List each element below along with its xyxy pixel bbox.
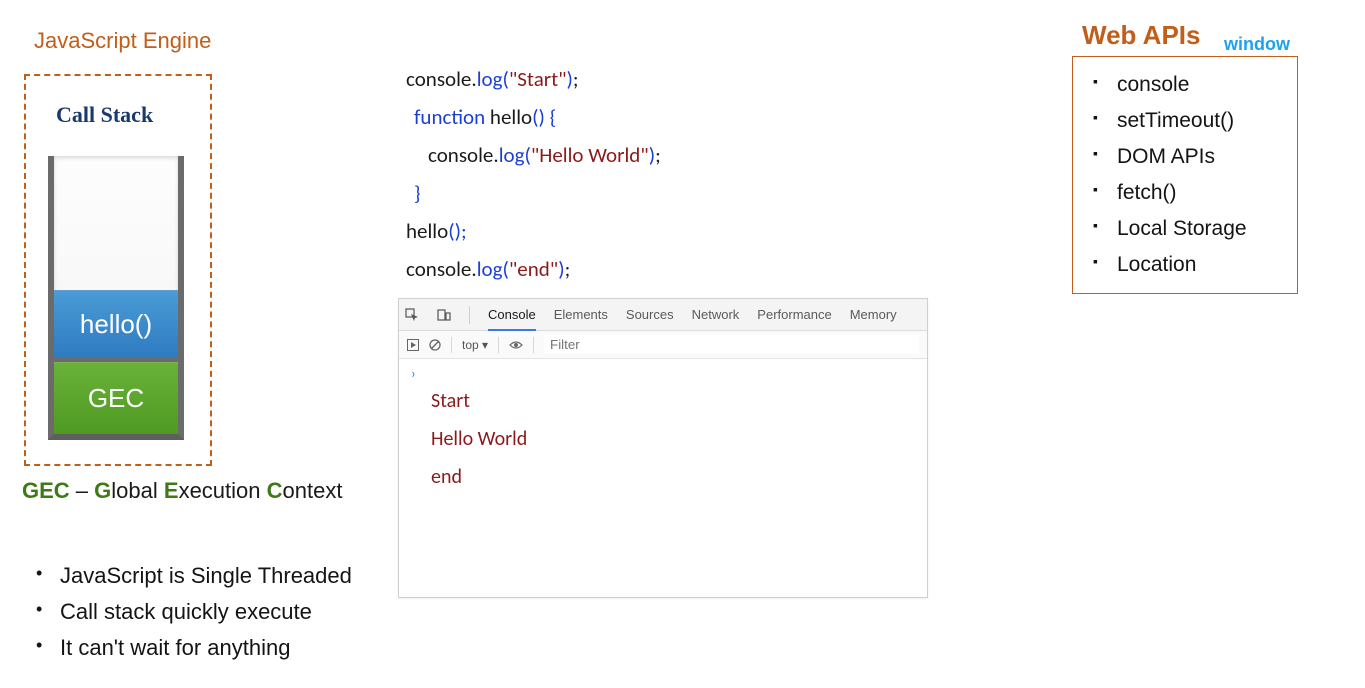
devtools-tabs: Console Elements Sources Network Perform… [399,299,927,331]
console-line: end [409,458,917,496]
console-output: › Start Hello World end [399,359,927,496]
play-icon[interactable] [407,339,419,351]
console-line: Start [409,382,917,420]
separator [469,306,470,324]
device-toolbar-icon[interactable] [437,308,451,322]
note-item: JavaScript is Single Threaded [28,558,352,594]
web-api-item: Location [1079,247,1293,283]
code-line: console.log("Start"); [406,60,661,98]
note-item: It can't wait for anything [28,630,352,666]
tab-network[interactable]: Network [692,299,740,331]
code-line: console.log("Hello World"); [406,136,661,174]
console-line: Hello World [409,420,917,458]
gec-caption: GEC – Global Execution Context [22,478,342,504]
note-item: Call stack quickly execute [28,594,352,630]
tab-console[interactable]: Console [488,299,536,331]
web-api-item: setTimeout() [1079,103,1293,139]
stack-frame-hello: hello() [54,290,178,362]
tab-elements[interactable]: Elements [554,299,608,331]
web-api-item: Local Storage [1079,211,1293,247]
code-line: function hello() { [406,98,661,136]
prompt-icon: › [409,365,917,382]
devtools-toolbar: top ▾ [399,331,927,359]
context-selector[interactable]: top ▾ [462,338,488,352]
window-label: window [1224,34,1290,55]
stack-frame-gec: GEC [54,362,178,434]
gec-abbr: GEC [22,478,70,503]
tab-performance[interactable]: Performance [757,299,831,331]
filter-input[interactable] [544,335,919,354]
tab-sources[interactable]: Sources [626,299,674,331]
code-line: console.log("end"); [406,250,661,288]
separator [498,337,499,353]
code-block: console.log("Start"); function hello() {… [406,60,661,288]
notes-list: JavaScript is Single Threaded Call stack… [28,558,352,666]
web-apis-title: Web APIs [1082,20,1200,51]
web-api-item: console [1079,67,1293,103]
web-apis-box: console setTimeout() DOM APIs fetch() Lo… [1072,56,1298,294]
web-api-item: fetch() [1079,175,1293,211]
eye-icon[interactable] [509,340,523,350]
call-stack-title: Call Stack [56,102,153,128]
clear-icon[interactable] [429,339,441,351]
select-element-icon[interactable] [405,308,419,322]
call-stack: hello() GEC [48,156,184,440]
separator [451,337,452,353]
devtools-panel: Console Elements Sources Network Perform… [398,298,928,598]
code-line: hello(); [406,212,661,250]
separator [533,337,534,353]
tab-memory[interactable]: Memory [850,299,897,331]
web-api-item: DOM APIs [1079,139,1293,175]
js-engine-title: JavaScript Engine [34,28,211,54]
code-line: } [406,174,661,212]
